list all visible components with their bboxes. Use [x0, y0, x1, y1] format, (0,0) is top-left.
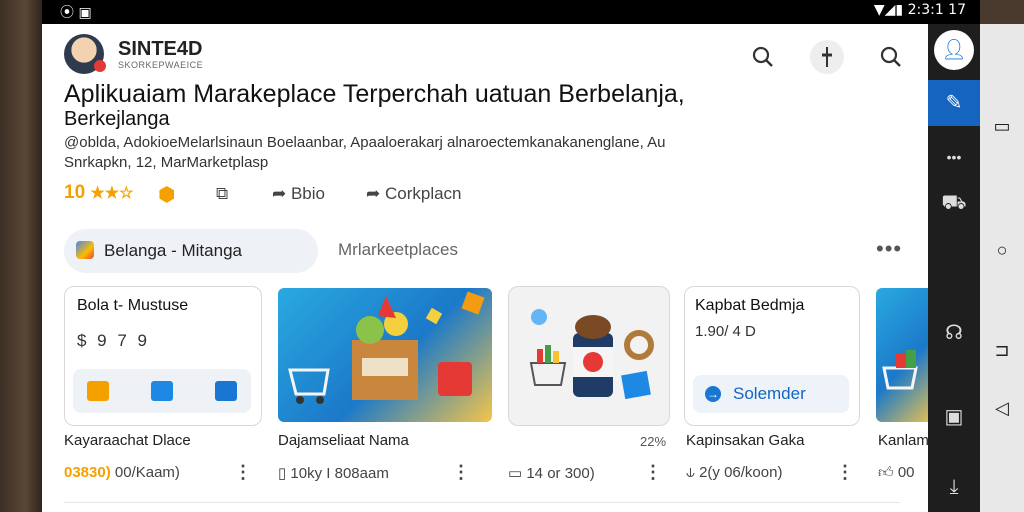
- action-bio[interactable]: ➦ Bbio: [272, 184, 325, 204]
- shield-icon: ⬢: [158, 184, 176, 206]
- system-nav-bar: ▭ ○ ⊐ ◁: [980, 24, 1024, 512]
- product-image-3[interactable]: [508, 286, 670, 426]
- meta-5-text: 00: [897, 464, 915, 481]
- forward-icon: ➦: [366, 184, 385, 203]
- meta-3-text: 14 or 300): [526, 465, 595, 482]
- brand-name: SINTE4D: [118, 38, 203, 60]
- tab-active[interactable]: Belanga - Mitanga: [64, 229, 318, 273]
- recents-icon[interactable]: ▭: [992, 116, 1012, 136]
- product-image-5[interactable]: [876, 288, 928, 422]
- overflow-menu-icon[interactable]: ⋮: [836, 462, 854, 483]
- back-icon[interactable]: ◁: [992, 398, 1012, 418]
- edit-icon[interactable]: ✎: [928, 80, 980, 126]
- action-compare-label: Corkplacn: [384, 184, 462, 203]
- action-compare[interactable]: ➦ Corkplacn: [366, 184, 462, 204]
- star-icons: ★★☆: [90, 185, 134, 202]
- bookmark-icon: ▯: [278, 465, 291, 482]
- status-left: ⦿ ▣: [60, 5, 92, 21]
- divider: [64, 502, 900, 503]
- more-dots-icon[interactable]: •••: [928, 134, 980, 180]
- overflow-menu-icon[interactable]: ⋮: [644, 462, 662, 483]
- overflow-menu-icon[interactable]: ⋮: [452, 462, 470, 483]
- calendar-button[interactable]: → Solemder: [693, 375, 849, 413]
- search-icon[interactable]: [746, 40, 780, 74]
- meta-3: ▭ 14 or 300): [508, 464, 595, 482]
- side-rail: 👤︎ ✎ ••• ⛟ ☊ ▣ ⤓: [928, 24, 980, 512]
- status-right: ▼◢▮ 2:3:1 17: [873, 2, 966, 18]
- thumb-icon: ⫝: [686, 464, 700, 481]
- calendar-button-label: Solemder: [733, 384, 806, 403]
- caption-1: Kayaraachat Dlace: [64, 432, 191, 449]
- meta-4-text: 2(y 06/koon): [699, 464, 783, 481]
- app-screen: SINTE4D SKORKEPWAEICE Aplikuaiam Marakep…: [42, 24, 928, 512]
- calendar-icon[interactable]: [215, 381, 237, 401]
- status-bar: ⦿ ▣ ▼◢▮ 2:3:1 17: [42, 0, 980, 24]
- pin-icon[interactable]: [810, 40, 844, 74]
- product-card-1[interactable]: Bola t- Mustuse $ 9 7 9: [64, 286, 262, 426]
- card-price: 1.90/ 4 D: [695, 323, 756, 340]
- card-title: Kapbat Bedmja: [695, 297, 805, 314]
- gallery-icon[interactable]: ▣: [928, 394, 980, 440]
- more-icon[interactable]: •••: [876, 236, 902, 262]
- download-icon[interactable]: ⤓: [928, 464, 980, 510]
- brand-subtitle: SKORKEPWAEICE: [118, 60, 204, 70]
- discount-percent: 22%: [640, 434, 667, 449]
- share-icon[interactable]: ⧉: [216, 184, 228, 204]
- card-title: Bola t- Mustuse: [77, 297, 189, 314]
- bag-icon[interactable]: [87, 381, 109, 401]
- meta-1-text: 00/Kaam): [110, 464, 180, 481]
- rating-value: 10: [64, 182, 86, 203]
- like-icon[interactable]: 👍︎: [878, 464, 898, 481]
- meta-2-text: 10ky I 808aam: [290, 465, 389, 482]
- rating: 10 ★★☆: [64, 182, 133, 204]
- return-icon[interactable]: ⊐: [992, 340, 1012, 360]
- description: @oblda, AdokioeMelarlsinaun Boelaanbar, …: [64, 134, 666, 151]
- tab-active-label: Belanga - Mitanga: [104, 241, 242, 260]
- description-line2: Snrkapkn, 12, MarMarketplasp: [64, 154, 269, 171]
- page-title: Aplikuaiam Marakeplace Terperchah uatuan…: [64, 80, 685, 108]
- caption-5: Kanlam: [878, 432, 928, 449]
- card-icon-bar: [73, 369, 251, 413]
- search-icon-secondary[interactable]: [874, 40, 908, 74]
- overflow-menu-icon[interactable]: ⋮: [234, 462, 252, 483]
- action-bio-label: Bbio: [290, 184, 325, 203]
- meta-1: 03830) 00/Kaam): [64, 464, 180, 481]
- meta-5: 👍︎ 00: [878, 464, 915, 482]
- caption-2: Dajamseliaat Nama: [278, 432, 409, 449]
- product-image-2[interactable]: [278, 288, 492, 422]
- meta-4: ⫝ 2(y 06/koon): [686, 464, 782, 481]
- page-title-line2: Berkejlanga: [64, 108, 170, 130]
- cart-icon[interactable]: ⛟: [928, 180, 980, 226]
- forward-icon: ➦: [272, 184, 291, 203]
- home-icon[interactable]: ○: [992, 240, 1012, 260]
- store-icon: [76, 241, 94, 259]
- logo-badge: [94, 60, 106, 72]
- card-price: $ 9 7 9: [77, 331, 150, 350]
- caption-4: Kapinsakan Gaka: [686, 432, 805, 449]
- avatar[interactable]: 👤︎: [934, 30, 974, 70]
- meta-2: ▯ 10ky I 808aam: [278, 464, 389, 482]
- meta-1-highlight: 03830): [64, 464, 111, 481]
- box-icon: ▭: [508, 465, 527, 482]
- chat-icon[interactable]: ☊: [928, 310, 980, 356]
- product-card-4[interactable]: Kapbat Bedmja 1.90/ 4 D → Solemder: [684, 286, 860, 426]
- arrow-icon: →: [705, 386, 721, 402]
- tab-marketplaces[interactable]: Mrlarkeetplaces: [338, 240, 458, 260]
- background-wood: [0, 0, 42, 512]
- store-icon[interactable]: [151, 381, 173, 401]
- app-logo: [64, 34, 106, 74]
